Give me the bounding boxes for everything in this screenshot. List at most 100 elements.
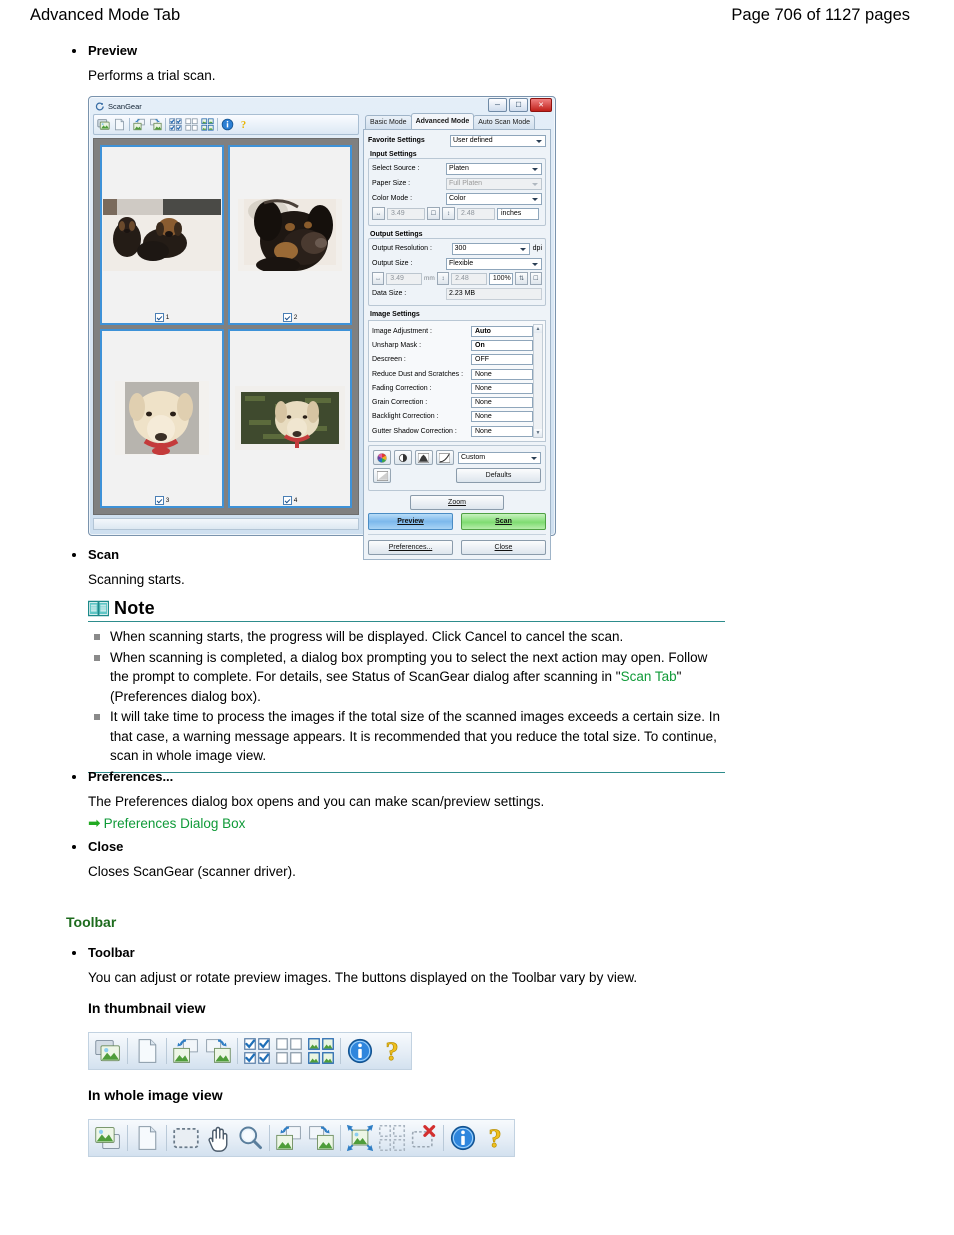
auto-crop-icon[interactable] [345,1123,375,1153]
remove-crop-icon[interactable] [409,1123,439,1153]
backlight-correction-select[interactable]: None [471,411,533,423]
select-all-frames-icon[interactable] [168,117,183,132]
rotate-right-icon[interactable] [306,1123,336,1153]
minimize-icon[interactable]: ─ [488,98,507,112]
rotate-left-icon[interactable] [132,117,147,132]
help-icon[interactable]: ? [377,1036,407,1066]
help-icon[interactable]: ? [236,117,251,132]
reduce-dust-select[interactable]: None [471,368,533,380]
scroll-down-arrow-icon[interactable]: ▼ [534,429,542,438]
select-all-images-icon[interactable] [200,117,215,132]
height-icon: ↕ [442,207,455,220]
rotate-right-icon[interactable] [148,117,163,132]
image-settings-scrollbar[interactable]: ▲ ▼ [533,324,543,439]
clear-icon[interactable] [132,1123,162,1153]
descreen-select[interactable]: OFF [471,354,533,366]
brightness-contrast-icon[interactable] [393,450,412,466]
scroll-up-arrow-icon[interactable]: ▲ [534,325,542,333]
unsharp-mask-select[interactable]: On [471,339,533,351]
thumbnail-view-icon[interactable] [93,1123,123,1153]
zoom-button[interactable]: Zoom [410,495,504,511]
help-icon[interactable]: ? [480,1123,510,1153]
thumbnail-checkbox-4[interactable] [282,496,292,505]
preview-pane: ? 1 2 3 4 [93,114,359,530]
hand-icon[interactable] [203,1123,233,1153]
tone-curve-icon[interactable] [435,450,454,466]
multi-crop-icon[interactable] [377,1123,407,1153]
note-item-1: When scanning starts, the progress will … [88,627,725,647]
color-mode-select[interactable]: Color [446,192,542,205]
information-icon[interactable] [345,1036,375,1066]
output-resolution-select[interactable]: 300 [451,242,530,255]
clear-icon[interactable] [112,117,127,132]
aspect-lock-icon[interactable]: ☐ [427,207,440,220]
final-review-icon[interactable] [373,468,392,484]
clear-icon[interactable] [132,1036,162,1066]
chevron-down-icon [532,182,538,186]
scale-stepper[interactable]: ⇅ [515,272,528,285]
scan-button[interactable]: Scan [461,513,546,531]
whole-image-view-icon[interactable] [93,1036,123,1066]
output-scale-field[interactable]: 100% [488,272,514,285]
output-size-value: Flexible [449,260,474,267]
color-preset-select[interactable]: Custom [457,451,542,464]
grain-correction-select[interactable]: None [471,397,533,409]
maximize-icon[interactable]: ☐ [509,98,528,112]
select-all-images-icon[interactable] [306,1036,336,1066]
information-icon[interactable] [220,117,235,132]
select-source-select[interactable]: Platen [446,162,542,175]
select-all-frames-icon[interactable] [242,1036,272,1066]
thumbnail-3[interactable]: 3 [100,328,224,508]
note-divider-top [88,621,725,622]
histogram-icon[interactable] [414,450,433,466]
favorite-settings-row: Favorite Settings User defined [368,134,546,147]
close-icon[interactable]: ✕ [530,98,552,112]
thumbnail-4[interactable]: 4 [228,328,352,508]
note-item-2-text: When scanning is completed, a dialog box… [110,649,708,685]
preview-button[interactable]: Preview [368,513,453,531]
input-size-row: ↔ 3.49 ☐ ↕ 2.48 inches [372,207,542,220]
toolbar-whole-image-view: ? [88,1119,515,1157]
rotate-left-icon[interactable] [171,1036,201,1066]
descreen-value: OFF [475,356,489,364]
toolbar-heading: Toolbar [88,945,135,960]
thumbnail-checkbox-2[interactable] [282,312,292,322]
thumbnail-checkbox-3[interactable] [154,496,164,505]
tab-auto-scan-mode[interactable]: Auto Scan Mode [473,115,536,129]
output-size-select[interactable]: Flexible [446,257,542,270]
image-adjustment-select[interactable]: Auto [471,325,533,337]
auto-crop-icon[interactable] [96,117,111,132]
rotate-right-icon[interactable] [203,1036,233,1066]
output-lock-icon[interactable]: ☐ [529,272,542,285]
rotate-left-icon[interactable] [274,1123,304,1153]
tab-advanced-mode[interactable]: Advanced Mode [410,113,475,129]
whole-image-view-label: In whole image view [88,1087,223,1103]
fading-correction-select[interactable]: None [471,382,533,394]
input-unit-select[interactable]: inches [497,207,539,220]
scangear-window: ScanGear ─ ☐ ✕ ? 1 2 3 4 Basic Mode Adva… [88,96,556,561]
thumbnail-2[interactable]: 2 [228,145,352,325]
clear-all-frames-icon[interactable] [274,1036,304,1066]
color-palette-icon[interactable] [373,450,391,466]
crop-icon[interactable] [171,1123,201,1153]
favorite-settings-select[interactable]: User defined [450,134,546,147]
grain-correction-row: Grain Correction : None [372,395,543,409]
defaults-button[interactable]: Defaults [456,468,541,484]
grain-correction-value: None [475,399,492,407]
thumbnail-checkbox-1[interactable] [154,312,164,322]
thumbnail-preview-area[interactable]: 1 2 3 4 [93,138,359,515]
zoom-icon[interactable] [235,1123,265,1153]
scan-tab-link[interactable]: Scan Tab [621,669,677,684]
chevron-down-icon [519,247,526,251]
information-icon[interactable] [448,1123,478,1153]
input-settings-group: Select Source : Platen Paper Size : Full… [368,158,546,226]
output-resolution-value: 300 [454,245,467,252]
note-title: Note [114,598,155,618]
note-book-icon [88,600,109,617]
clear-all-frames-icon[interactable] [184,117,199,132]
thumbnail-number-1: 1 [165,313,170,321]
gutter-shadow-select[interactable]: None [471,425,533,437]
tab-basic-mode[interactable]: Basic Mode [365,115,412,129]
preferences-dialog-link[interactable]: Preferences Dialog Box [104,816,246,831]
thumbnail-1[interactable]: 1 [100,145,224,325]
